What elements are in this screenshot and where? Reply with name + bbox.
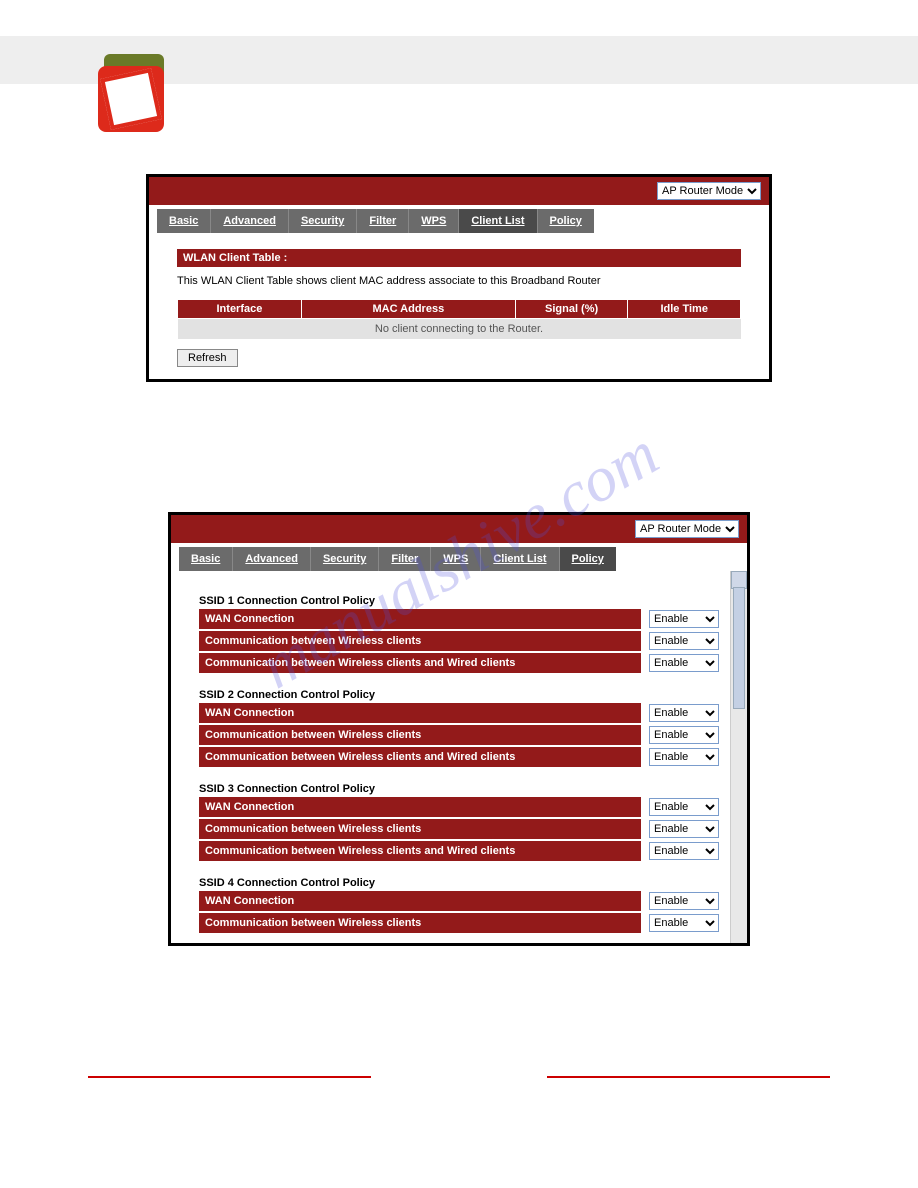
ssid-title: SSID 2 Connection Control Policy [199, 689, 719, 701]
policy-select[interactable]: Enable [649, 654, 719, 672]
tab-basic[interactable]: Basic [157, 209, 211, 233]
ssid-title: SSID 1 Connection Control Policy [199, 595, 719, 607]
policy-select[interactable]: Enable [649, 748, 719, 766]
tab-security[interactable]: Security [289, 209, 357, 233]
scroll-thumb[interactable] [733, 587, 745, 709]
tab-policy[interactable]: Policy [538, 209, 594, 233]
policy-label: Communication between Wireless clients a… [199, 841, 641, 861]
col-idle: Idle Time [628, 300, 741, 319]
policy-select[interactable]: Enable [649, 842, 719, 860]
tab-filter[interactable]: Filter [357, 209, 409, 233]
scrollbar[interactable] [730, 571, 747, 943]
policy-select[interactable]: Enable [649, 610, 719, 628]
policy-row: Communication between Wireless clients En… [199, 819, 719, 839]
policy-row: WAN Connection Enable [199, 797, 719, 817]
tab-filter[interactable]: Filter [379, 547, 431, 571]
tab-security[interactable]: Security [311, 547, 379, 571]
tab-client-list[interactable]: Client List [481, 547, 559, 571]
tab-advanced[interactable]: Advanced [233, 547, 311, 571]
policy-select[interactable]: Enable [649, 892, 719, 910]
policy-select[interactable]: Enable [649, 820, 719, 838]
policy-label: WAN Connection [199, 891, 641, 911]
policy-select[interactable]: Enable [649, 914, 719, 932]
tab-bar: Basic Advanced Security Filter WPS Clien… [157, 209, 594, 233]
screenshot-policy: AP Router Mode Basic Advanced Security F… [168, 512, 750, 946]
section-title: WLAN Client Table : [177, 249, 741, 267]
tab-basic[interactable]: Basic [179, 547, 233, 571]
policy-row: WAN Connection Enable [199, 609, 719, 629]
col-mac: MAC Address [301, 300, 515, 319]
policy-label: WAN Connection [199, 703, 641, 723]
policy-row: Communication between Wireless clients a… [199, 747, 719, 767]
mode-select[interactable]: AP Router Mode [657, 182, 761, 200]
brand-logo [98, 54, 176, 132]
col-signal: Signal (%) [515, 300, 628, 319]
section-description: This WLAN Client Table shows client MAC … [177, 275, 741, 287]
policy-label: WAN Connection [199, 609, 641, 629]
client-table: Interface MAC Address Signal (%) Idle Ti… [177, 299, 741, 339]
policy-row: WAN Connection Enable [199, 891, 719, 911]
policy-label: WAN Connection [199, 797, 641, 817]
policy-label: Communication between Wireless clients [199, 819, 641, 839]
refresh-button[interactable]: Refresh [177, 349, 238, 367]
footer-rule-left [88, 1076, 371, 1078]
tab-wps[interactable]: WPS [431, 547, 481, 571]
ssid-title: SSID 4 Connection Control Policy [199, 877, 719, 889]
policy-row: WAN Connection Enable [199, 703, 719, 723]
empty-row: No client connecting to the Router. [178, 319, 741, 340]
policy-row: Communication between Wireless clients a… [199, 653, 719, 673]
policy-row: Communication between Wireless clients a… [199, 841, 719, 861]
policy-select[interactable]: Enable [649, 632, 719, 650]
col-interface: Interface [178, 300, 302, 319]
policy-row: Communication between Wireless clients En… [199, 725, 719, 745]
policy-row: Communication between Wireless clients En… [199, 913, 719, 933]
screenshot-client-list: AP Router Mode Basic Advanced Security F… [146, 174, 772, 382]
policy-row: Communication between Wireless clients En… [199, 631, 719, 651]
policy-label: Communication between Wireless clients [199, 725, 641, 745]
mode-select[interactable]: AP Router Mode [635, 520, 739, 538]
tab-advanced[interactable]: Advanced [211, 209, 289, 233]
policy-label: Communication between Wireless clients a… [199, 747, 641, 767]
tab-bar: Basic Advanced Security Filter WPS Clien… [179, 547, 616, 571]
policy-label: Communication between Wireless clients a… [199, 653, 641, 673]
policy-select[interactable]: Enable [649, 704, 719, 722]
policy-select[interactable]: Enable [649, 798, 719, 816]
ssid-title: SSID 3 Connection Control Policy [199, 783, 719, 795]
footer-rule-right [547, 1076, 830, 1078]
tab-client-list[interactable]: Client List [459, 209, 537, 233]
tab-policy[interactable]: Policy [560, 547, 616, 571]
policy-select[interactable]: Enable [649, 726, 719, 744]
tab-wps[interactable]: WPS [409, 209, 459, 233]
policy-label: Communication between Wireless clients [199, 631, 641, 651]
policy-label: Communication between Wireless clients [199, 913, 641, 933]
